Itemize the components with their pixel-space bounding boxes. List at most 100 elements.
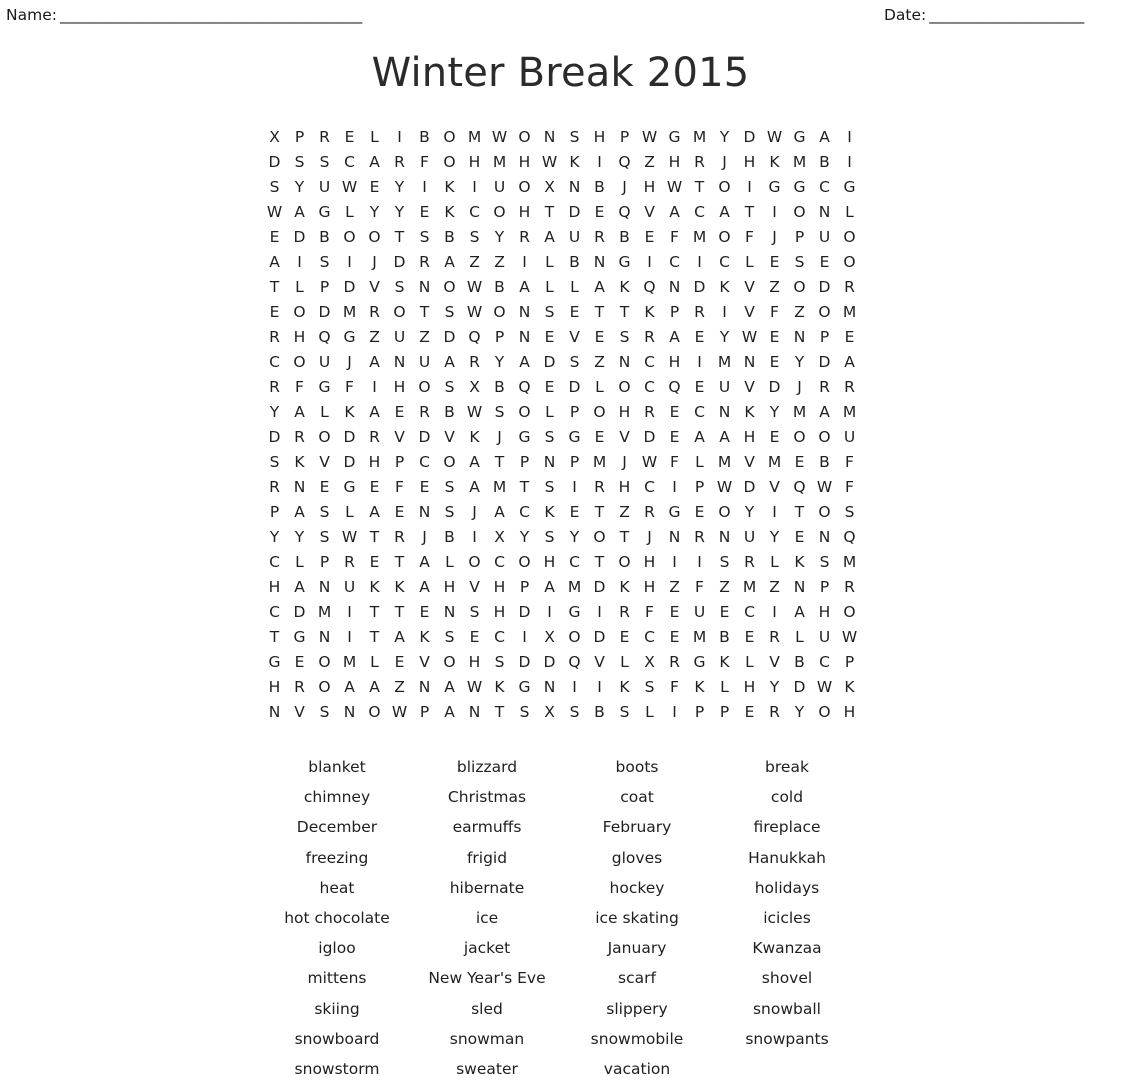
word-bank-item[interactable]: snowboard [262,1024,412,1054]
grid-cell[interactable]: W [662,175,687,200]
grid-cell[interactable]: S [462,600,487,625]
grid-cell[interactable]: Y [262,400,287,425]
grid-cell[interactable]: Z [362,325,387,350]
grid-cell[interactable]: Q [312,325,337,350]
grid-cell[interactable]: N [662,525,687,550]
grid-cell[interactable]: E [737,625,762,650]
grid-cell[interactable]: W [337,175,362,200]
grid-cell[interactable]: C [737,600,762,625]
grid-cell[interactable]: N [737,350,762,375]
grid-cell[interactable]: O [437,450,462,475]
grid-cell[interactable]: K [462,425,487,450]
grid-cell[interactable]: F [662,450,687,475]
grid-cell[interactable]: E [687,325,712,350]
grid-cell[interactable]: L [562,275,587,300]
grid-cell[interactable]: N [412,275,437,300]
grid-cell[interactable]: N [512,325,537,350]
word-bank-item[interactable]: frigid [412,843,562,873]
grid-cell[interactable]: H [737,425,762,450]
grid-cell[interactable]: G [662,500,687,525]
grid-cell[interactable]: Z [787,300,812,325]
grid-cell[interactable]: U [387,325,412,350]
grid-cell[interactable]: N [412,500,437,525]
grid-cell[interactable]: G [687,650,712,675]
grid-cell[interactable]: K [762,150,787,175]
grid-cell[interactable]: S [787,250,812,275]
grid-cell[interactable]: C [462,200,487,225]
grid-cell[interactable]: U [337,575,362,600]
grid-cell[interactable]: H [287,325,312,350]
grid-cell[interactable]: H [662,350,687,375]
grid-cell[interactable]: R [837,375,862,400]
grid-cell[interactable]: C [637,375,662,400]
grid-cell[interactable]: D [337,450,362,475]
grid-cell[interactable]: E [462,625,487,650]
grid-cell[interactable]: O [312,425,337,450]
grid-cell[interactable]: U [412,350,437,375]
grid-cell[interactable]: B [812,150,837,175]
grid-cell[interactable]: K [612,275,637,300]
grid-cell[interactable]: T [612,525,637,550]
word-bank-item[interactable]: hockey [562,873,712,903]
grid-cell[interactable]: R [812,375,837,400]
grid-cell[interactable]: R [262,475,287,500]
grid-cell[interactable]: N [587,250,612,275]
grid-cell[interactable]: K [437,175,462,200]
grid-cell[interactable]: X [462,375,487,400]
grid-cell[interactable]: C [687,200,712,225]
grid-cell[interactable]: P [812,325,837,350]
grid-cell[interactable]: J [487,425,512,450]
grid-cell[interactable]: Q [837,525,862,550]
grid-cell[interactable]: O [312,675,337,700]
grid-cell[interactable]: V [362,275,387,300]
grid-cell[interactable]: T [262,275,287,300]
grid-cell[interactable]: N [787,325,812,350]
grid-cell[interactable]: T [262,625,287,650]
grid-cell[interactable]: L [537,400,562,425]
grid-cell[interactable]: R [337,550,362,575]
word-bank-item[interactable]: holidays [712,873,862,903]
grid-cell[interactable]: A [362,350,387,375]
grid-cell[interactable]: I [512,625,537,650]
grid-cell[interactable]: W [812,675,837,700]
grid-cell[interactable]: A [362,150,387,175]
grid-cell[interactable]: Y [387,200,412,225]
grid-cell[interactable]: O [437,275,462,300]
grid-cell[interactable]: S [287,150,312,175]
grid-cell[interactable]: W [337,525,362,550]
grid-cell[interactable]: Z [662,575,687,600]
grid-cell[interactable]: O [787,200,812,225]
grid-cell[interactable]: O [787,425,812,450]
grid-cell[interactable]: G [512,425,537,450]
grid-cell[interactable]: I [337,625,362,650]
grid-cell[interactable]: V [287,700,312,725]
grid-cell[interactable]: L [312,400,337,425]
word-bank-item[interactable]: igloo [262,933,412,963]
grid-cell[interactable]: I [287,250,312,275]
grid-cell[interactable]: N [387,350,412,375]
grid-cell[interactable]: L [637,700,662,725]
word-bank-item[interactable]: snowstorm [262,1054,412,1084]
grid-cell[interactable]: E [387,500,412,525]
grid-cell[interactable]: R [362,425,387,450]
grid-cell[interactable]: K [837,675,862,700]
grid-cell[interactable]: G [562,600,587,625]
grid-cell[interactable]: L [787,625,812,650]
word-bank-item[interactable]: hibernate [412,873,562,903]
grid-cell[interactable]: B [712,625,737,650]
word-bank-item[interactable]: Christmas [412,782,562,812]
grid-cell[interactable]: P [512,575,537,600]
grid-cell[interactable]: B [312,225,337,250]
grid-cell[interactable]: F [287,375,312,400]
grid-cell[interactable]: F [762,300,787,325]
grid-cell[interactable]: R [637,325,662,350]
grid-cell[interactable]: B [412,125,437,150]
grid-cell[interactable]: C [662,250,687,275]
grid-cell[interactable]: C [262,550,287,575]
grid-cell[interactable]: M [687,125,712,150]
grid-cell[interactable]: K [787,550,812,575]
grid-cell[interactable]: C [637,475,662,500]
grid-cell[interactable]: V [387,425,412,450]
grid-cell[interactable]: S [487,650,512,675]
grid-cell[interactable]: A [512,350,537,375]
